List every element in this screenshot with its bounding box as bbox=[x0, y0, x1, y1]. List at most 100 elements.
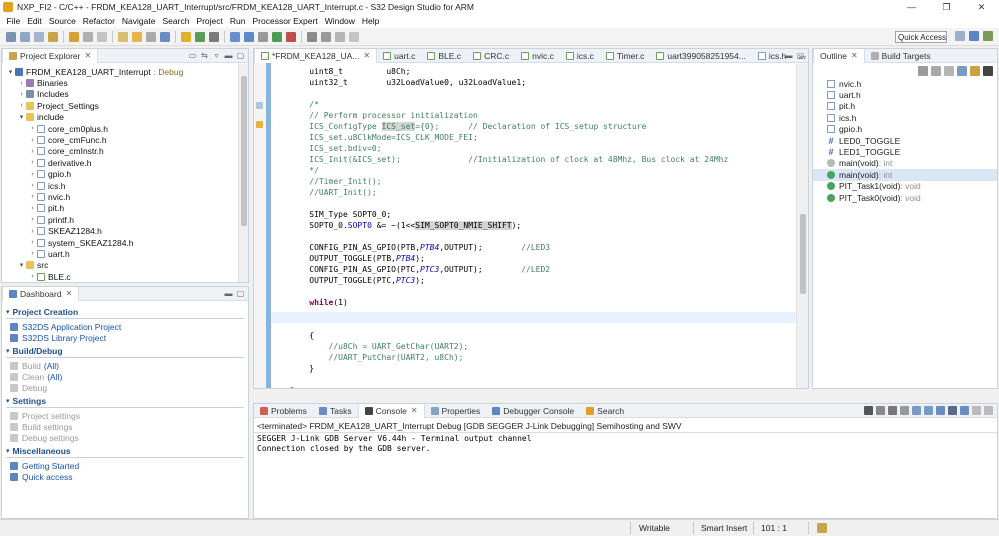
tab-console[interactable]: Console ✕ bbox=[357, 403, 425, 418]
tab-debugger-console[interactable]: Debugger Console bbox=[486, 404, 580, 418]
project-tree-scrollbar[interactable] bbox=[238, 64, 248, 282]
tab-problems[interactable]: Problems bbox=[254, 404, 313, 418]
tree-item[interactable]: › BLE.c bbox=[2, 271, 238, 282]
chevron-right-icon[interactable]: › bbox=[28, 148, 37, 155]
tab-build-targets[interactable]: Build Targets bbox=[865, 49, 937, 63]
folder-icon[interactable] bbox=[132, 31, 142, 42]
editor-tab[interactable]: CRC.c bbox=[467, 49, 515, 63]
dashboard-action[interactable]: S32DS Library Project bbox=[2, 332, 248, 343]
editor-tab[interactable]: ics.c bbox=[560, 49, 600, 63]
chevron-right-icon[interactable]: › bbox=[28, 159, 37, 166]
forward-icon[interactable] bbox=[349, 31, 359, 42]
close-tab-icon[interactable]: ✕ bbox=[66, 289, 73, 298]
dashboard-action[interactable]: S32DS Application Project bbox=[2, 321, 248, 332]
chevron-down-icon[interactable]: ▾ bbox=[6, 397, 10, 405]
outline-item[interactable]: PIT_Task0(void) : void bbox=[813, 192, 997, 203]
outline-item[interactable]: nvic.h bbox=[813, 78, 997, 89]
dropdown-icon[interactable] bbox=[258, 31, 268, 42]
chevron-right-icon[interactable]: › bbox=[28, 193, 37, 200]
dashboard-action[interactable]: Getting Started bbox=[2, 460, 248, 471]
chevron-right-icon[interactable]: › bbox=[28, 250, 37, 257]
tree-item[interactable]: › Project_Settings bbox=[2, 100, 238, 111]
chevron-right-icon[interactable]: › bbox=[28, 239, 37, 246]
editor-tab[interactable]: BLE.c bbox=[421, 49, 467, 63]
chevron-down-icon[interactable]: ▾ bbox=[6, 347, 10, 355]
tree-item[interactable]: › uart.h bbox=[2, 248, 238, 259]
build-config-icon[interactable] bbox=[83, 31, 93, 42]
chevron-right-icon[interactable]: › bbox=[28, 182, 37, 189]
close-tab-icon[interactable]: ✕ bbox=[851, 51, 858, 60]
close-tab-icon[interactable]: ✕ bbox=[363, 51, 370, 60]
dashboard-section-header[interactable]: ▾ Project Creation bbox=[2, 306, 248, 318]
tree-item[interactable]: › core_cm0plus.h bbox=[2, 123, 238, 134]
chevron-right-icon[interactable]: › bbox=[28, 273, 37, 280]
menu-edit[interactable]: Edit bbox=[24, 16, 46, 26]
next-annotation-icon[interactable] bbox=[307, 31, 317, 42]
chevron-right-icon[interactable]: › bbox=[28, 171, 37, 178]
editor-tab[interactable]: uart399058251954... bbox=[650, 49, 751, 63]
outline-item[interactable]: gpio.h bbox=[813, 124, 997, 135]
chevron-down-icon[interactable]: ▾ bbox=[6, 308, 10, 316]
editor-tab[interactable]: uart.c bbox=[377, 49, 421, 63]
chevron-right-icon[interactable]: › bbox=[28, 125, 37, 132]
display-console-icon[interactable] bbox=[948, 406, 957, 415]
chevron-right-icon[interactable]: › bbox=[28, 137, 37, 144]
menu-processor-expert[interactable]: Processor Expert bbox=[249, 16, 321, 26]
filter-icon[interactable] bbox=[983, 66, 993, 76]
clean-icon[interactable] bbox=[97, 31, 107, 42]
tree-item[interactable]: ▾ src bbox=[2, 260, 238, 271]
link-editor-icon[interactable]: ⇆ bbox=[200, 51, 209, 60]
tree-item[interactable]: › system_SKEAZ1284.h bbox=[2, 237, 238, 248]
hide-fields-icon[interactable] bbox=[931, 66, 941, 76]
remove-all-icon[interactable] bbox=[888, 406, 897, 415]
outline-item[interactable]: pit.h bbox=[813, 101, 997, 112]
menu-run[interactable]: Run bbox=[226, 16, 249, 26]
minimize-view-icon[interactable]: ▬ bbox=[784, 51, 793, 60]
save-all-icon[interactable] bbox=[34, 31, 44, 42]
chevron-right-icon[interactable]: › bbox=[28, 228, 37, 235]
external-tools-icon[interactable] bbox=[286, 31, 296, 42]
view-menu-icon[interactable]: ▿ bbox=[212, 51, 221, 60]
chevron-down-icon[interactable]: ▾ bbox=[17, 113, 26, 121]
tool-icon[interactable] bbox=[146, 31, 156, 42]
back-icon[interactable] bbox=[335, 31, 345, 42]
chevron-right-icon[interactable]: › bbox=[28, 205, 37, 212]
tree-item[interactable]: › core_cmInstr.h bbox=[2, 146, 238, 157]
stop-icon[interactable] bbox=[864, 406, 873, 415]
tab-tasks[interactable]: Tasks bbox=[313, 404, 358, 418]
chevron-down-icon[interactable]: ▾ bbox=[17, 261, 26, 269]
minimize-view-icon[interactable] bbox=[972, 406, 981, 415]
open-folder-icon[interactable] bbox=[48, 31, 58, 42]
menu-file[interactable]: File bbox=[3, 16, 24, 26]
tree-item[interactable]: › printf.h bbox=[2, 214, 238, 225]
editor-tab[interactable]: *FRDM_KEA128_UA... ✕ bbox=[254, 49, 378, 63]
dashboard-section-header[interactable]: ▾ Miscellaneous bbox=[2, 445, 248, 457]
tree-item[interactable]: › Binaries bbox=[2, 77, 238, 88]
close-tab-icon[interactable]: ✕ bbox=[84, 51, 91, 60]
tree-item[interactable]: › SKEAZ1284.h bbox=[2, 225, 238, 236]
tree-item[interactable]: › nvic.h bbox=[2, 191, 238, 202]
group-macros-icon[interactable] bbox=[970, 66, 980, 76]
search-icon[interactable] bbox=[160, 31, 170, 42]
menu-navigate[interactable]: Navigate bbox=[118, 16, 159, 26]
tab-properties[interactable]: Properties bbox=[425, 404, 487, 418]
chevron-right-icon[interactable]: › bbox=[28, 216, 37, 223]
run-icon[interactable] bbox=[272, 31, 282, 42]
open-perspective-icon[interactable] bbox=[955, 31, 965, 41]
editor-tab[interactable]: Timer.c bbox=[600, 49, 651, 63]
hide-static-icon[interactable] bbox=[944, 66, 954, 76]
scroll-lock-icon[interactable] bbox=[912, 406, 921, 415]
quick-access-input[interactable] bbox=[895, 31, 947, 43]
save-icon[interactable] bbox=[20, 31, 30, 42]
close-tab-icon[interactable]: ✕ bbox=[411, 406, 418, 415]
tree-item[interactable]: › derivative.h bbox=[2, 157, 238, 168]
minimize-view-icon[interactable]: ▬ bbox=[224, 51, 233, 60]
minimize-button[interactable]: — bbox=[894, 0, 929, 14]
tab-outline[interactable]: Outline ✕ bbox=[813, 48, 865, 63]
cpp-perspective-icon[interactable] bbox=[969, 31, 979, 41]
open-console-icon[interactable] bbox=[960, 406, 969, 415]
dashboard-section-header[interactable]: ▾ Settings bbox=[2, 395, 248, 407]
dashboard-section-header[interactable]: ▾ Build/Debug bbox=[2, 345, 248, 357]
tree-item[interactable]: › Includes bbox=[2, 89, 238, 100]
build-icon[interactable] bbox=[69, 31, 79, 42]
